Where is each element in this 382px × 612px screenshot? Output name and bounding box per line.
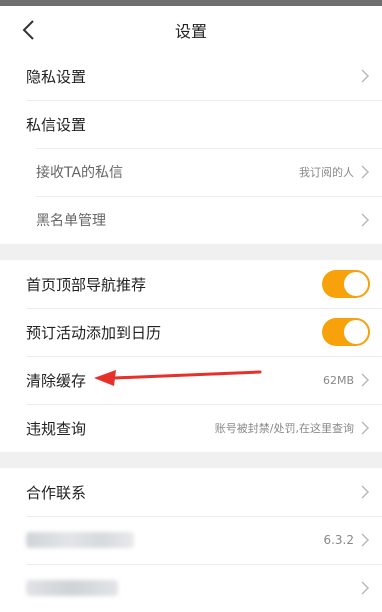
contact-row[interactable]: 合作联系 — [0, 468, 382, 516]
version-label-blurred — [26, 532, 323, 548]
violation-value: 账号被封禁/处罚,在这里查询 — [214, 422, 354, 435]
privacy-settings-label: 隐私设置 — [26, 67, 87, 86]
chevron-right-icon — [361, 533, 370, 547]
blacklist-row[interactable]: 黑名单管理 — [0, 196, 382, 244]
home-nav-row: 首页顶部导航推荐 — [0, 260, 382, 308]
calendar-label: 预订活动添加到日历 — [26, 323, 162, 342]
version-row[interactable]: 6.3.2 — [0, 516, 382, 564]
calendar-toggle[interactable] — [322, 318, 370, 346]
blacklist-label: 黑名单管理 — [36, 213, 106, 229]
preferences-section: 首页顶部导航推荐 预订活动添加到日历 清除缓存 62MB 违规查询 账号被封禁/… — [0, 260, 382, 452]
violation-row[interactable]: 违规查询 账号被封禁/处罚,在这里查询 — [0, 404, 382, 452]
about-section: 合作联系 6.3.2 — [0, 468, 382, 612]
toggle-knob — [344, 272, 368, 296]
navigation-bar: 设置 — [0, 6, 382, 53]
chevron-right-icon — [361, 373, 370, 387]
chevron-right-icon — [361, 421, 370, 435]
receive-dm-row[interactable]: 接收TA的私信 我订阅的人 — [0, 148, 382, 196]
home-nav-label: 首页顶部导航推荐 — [26, 275, 147, 294]
version-value: 6.3.2 — [323, 533, 354, 547]
chevron-right-icon — [361, 69, 370, 83]
clear-cache-label: 清除缓存 — [26, 371, 87, 390]
dm-settings-header: 私信设置 — [0, 100, 382, 148]
contact-label: 合作联系 — [26, 483, 87, 502]
toggle-knob — [344, 320, 368, 344]
receive-dm-label: 接收TA的私信 — [36, 165, 124, 181]
privacy-section: 隐私设置 私信设置 接收TA的私信 我订阅的人 黑名单管理 — [0, 52, 382, 244]
page-title: 设置 — [174, 22, 207, 41]
clear-cache-row[interactable]: 清除缓存 62MB — [0, 356, 382, 404]
receive-dm-value: 我订阅的人 — [299, 166, 354, 179]
chevron-right-icon — [361, 165, 370, 179]
cache-size-value: 62MB — [322, 373, 354, 387]
privacy-settings-row[interactable]: 隐私设置 — [0, 52, 382, 100]
violation-label: 违规查询 — [26, 419, 87, 438]
chevron-right-icon — [361, 213, 370, 227]
blurred-label — [26, 580, 360, 596]
home-nav-toggle[interactable] — [322, 270, 370, 298]
calendar-row: 预订活动添加到日历 — [0, 308, 382, 356]
dm-settings-label: 私信设置 — [26, 115, 87, 134]
chevron-right-icon — [361, 581, 370, 595]
chevron-right-icon — [361, 485, 370, 499]
